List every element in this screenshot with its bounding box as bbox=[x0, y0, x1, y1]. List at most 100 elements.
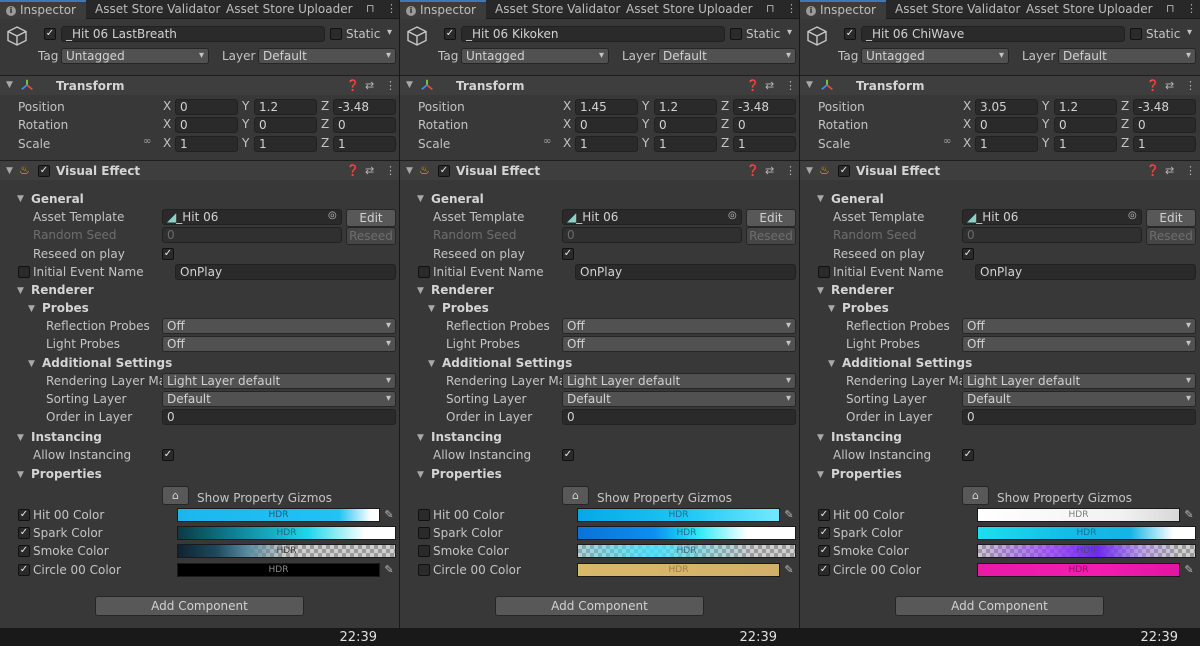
help-icon[interactable]: ❓ bbox=[1146, 164, 1160, 177]
layer-dropdown[interactable]: Default bbox=[658, 48, 796, 64]
general-foldout-icon[interactable]: ▼ bbox=[417, 194, 424, 204]
additional-settings-title[interactable]: Additional Settings bbox=[442, 355, 572, 371]
foldout-arrow-icon[interactable]: ▼ bbox=[806, 166, 813, 176]
renderer-title[interactable]: Renderer bbox=[31, 282, 94, 298]
add-component-button[interactable]: Add Component bbox=[895, 596, 1104, 616]
visual-effect-enabled-checkbox[interactable]: ✓ bbox=[38, 165, 50, 177]
tag-dropdown[interactable]: Untagged bbox=[461, 48, 609, 64]
position-y-field[interactable]: 1.2 bbox=[1054, 99, 1117, 115]
additional-settings-title[interactable]: Additional Settings bbox=[42, 355, 172, 371]
eyedropper-icon[interactable]: ✎ bbox=[382, 563, 396, 577]
rotation-y-field[interactable]: 0 bbox=[654, 117, 717, 133]
constrain-proportions-icon[interactable]: ∞ bbox=[943, 136, 951, 147]
reflection-probes-dropdown[interactable]: Off bbox=[962, 318, 1196, 334]
light-probes-dropdown[interactable]: Off bbox=[562, 336, 796, 352]
foldout-arrow-icon[interactable]: ▼ bbox=[406, 80, 413, 90]
component-menu-icon[interactable]: ⋮ bbox=[785, 164, 796, 177]
scale-x-field[interactable]: 1 bbox=[975, 136, 1038, 152]
eyedropper-icon[interactable]: ✎ bbox=[782, 563, 796, 577]
rendering-layer-mask-dropdown[interactable]: Light Layer default bbox=[562, 373, 796, 389]
object-picker-icon[interactable]: ◎ bbox=[728, 210, 737, 221]
rendering-layer-mask-dropdown[interactable]: Light Layer default bbox=[962, 373, 1196, 389]
property-hit-color-field[interactable]: HDR bbox=[177, 508, 380, 522]
property-smoke-color-field[interactable]: HDR bbox=[577, 544, 796, 558]
properties-foldout-icon[interactable]: ▼ bbox=[17, 470, 24, 480]
initial-event-field[interactable]: OnPlay bbox=[575, 264, 796, 280]
tag-dropdown[interactable]: Untagged bbox=[61, 48, 209, 64]
more-menu-icon[interactable]: ⋮ bbox=[786, 2, 797, 15]
instancing-title[interactable]: Instancing bbox=[31, 429, 102, 445]
properties-title[interactable]: Properties bbox=[431, 466, 502, 482]
sorting-layer-dropdown[interactable]: Default bbox=[162, 391, 396, 407]
gameobject-active-checkbox[interactable]: ✓ bbox=[444, 28, 456, 40]
scale-z-field[interactable]: 1 bbox=[733, 136, 796, 152]
tab-asset-store-uploader[interactable]: Asset Store Uploader bbox=[1020, 0, 1153, 19]
help-icon[interactable]: ❓ bbox=[346, 79, 360, 92]
rotation-x-field[interactable]: 0 bbox=[975, 117, 1038, 133]
properties-foldout-icon[interactable]: ▼ bbox=[817, 470, 824, 480]
visual-effect-enabled-checkbox[interactable]: ✓ bbox=[838, 165, 850, 177]
general-title[interactable]: General bbox=[31, 191, 84, 207]
presets-icon[interactable]: ⇄ bbox=[765, 79, 774, 92]
general-foldout-icon[interactable]: ▼ bbox=[817, 194, 824, 204]
lock-icon[interactable]: ⊓ bbox=[1166, 2, 1175, 15]
property-spark-checkbox[interactable]: ✓ bbox=[18, 527, 30, 539]
static-dropdown-icon[interactable]: ▾ bbox=[1187, 27, 1192, 38]
property-hit-checkbox[interactable]: ✓ bbox=[818, 509, 830, 521]
property-circle-checkbox[interactable]: ✓ bbox=[18, 564, 30, 576]
help-icon[interactable]: ❓ bbox=[746, 79, 760, 92]
static-checkbox[interactable] bbox=[330, 28, 342, 40]
reseed-on-play-checkbox[interactable]: ✓ bbox=[162, 248, 174, 260]
renderer-title[interactable]: Renderer bbox=[831, 282, 894, 298]
help-icon[interactable]: ❓ bbox=[1146, 79, 1160, 92]
presets-icon[interactable]: ⇄ bbox=[365, 79, 374, 92]
tab-inspector[interactable]: i Inspector bbox=[0, 0, 86, 19]
tab-asset-store-validator[interactable]: Asset Store Validator bbox=[89, 0, 220, 19]
rotation-z-field[interactable]: 0 bbox=[333, 117, 396, 133]
probes-title[interactable]: Probes bbox=[442, 300, 489, 316]
property-smoke-color-field[interactable]: HDR bbox=[177, 544, 396, 558]
renderer-foldout-icon[interactable]: ▼ bbox=[17, 286, 24, 296]
property-spark-checkbox[interactable] bbox=[418, 527, 430, 539]
probes-foldout-icon[interactable]: ▼ bbox=[828, 304, 835, 314]
general-title[interactable]: General bbox=[831, 191, 884, 207]
property-circle-color-field[interactable]: HDR bbox=[977, 563, 1180, 577]
component-menu-icon[interactable]: ⋮ bbox=[1185, 164, 1196, 177]
property-circle-checkbox[interactable] bbox=[418, 564, 430, 576]
property-smoke-checkbox[interactable] bbox=[418, 545, 430, 557]
gizmo-toggle-button[interactable]: ⌂ bbox=[962, 486, 989, 505]
order-in-layer-field[interactable]: 0 bbox=[962, 409, 1196, 425]
additional-settings-title[interactable]: Additional Settings bbox=[842, 355, 972, 371]
component-menu-icon[interactable]: ⋮ bbox=[785, 79, 796, 92]
position-z-field[interactable]: -3.48 bbox=[333, 99, 396, 115]
edit-button[interactable]: Edit bbox=[1146, 209, 1196, 227]
component-menu-icon[interactable]: ⋮ bbox=[385, 79, 396, 92]
help-icon[interactable]: ❓ bbox=[746, 164, 760, 177]
position-y-field[interactable]: 1.2 bbox=[254, 99, 317, 115]
scale-y-field[interactable]: 1 bbox=[654, 136, 717, 152]
tab-asset-store-uploader[interactable]: Asset Store Uploader bbox=[220, 0, 353, 19]
scale-z-field[interactable]: 1 bbox=[333, 136, 396, 152]
add-component-button[interactable]: Add Component bbox=[495, 596, 704, 616]
constrain-proportions-icon[interactable]: ∞ bbox=[543, 136, 551, 147]
eyedropper-icon[interactable]: ✎ bbox=[1182, 508, 1196, 522]
position-y-field[interactable]: 1.2 bbox=[654, 99, 717, 115]
initial-event-checkbox[interactable] bbox=[418, 266, 430, 278]
more-menu-icon[interactable]: ⋮ bbox=[1186, 2, 1197, 15]
edit-button[interactable]: Edit bbox=[346, 209, 396, 227]
tab-asset-store-validator[interactable]: Asset Store Validator bbox=[489, 0, 620, 19]
gameobject-name-field[interactable]: _Hit 06 ChiWave bbox=[861, 26, 1125, 42]
presets-icon[interactable]: ⇄ bbox=[365, 164, 374, 177]
rotation-z-field[interactable]: 0 bbox=[733, 117, 796, 133]
additional-settings-foldout-icon[interactable]: ▼ bbox=[828, 359, 835, 369]
more-menu-icon[interactable]: ⋮ bbox=[386, 2, 397, 15]
reseed-on-play-checkbox[interactable]: ✓ bbox=[962, 248, 974, 260]
reseed-on-play-checkbox[interactable]: ✓ bbox=[562, 248, 574, 260]
position-x-field[interactable]: 3.05 bbox=[975, 99, 1038, 115]
allow-instancing-checkbox[interactable]: ✓ bbox=[162, 449, 174, 461]
instancing-foldout-icon[interactable]: ▼ bbox=[417, 433, 424, 443]
rotation-y-field[interactable]: 0 bbox=[1054, 117, 1117, 133]
property-hit-checkbox[interactable]: ✓ bbox=[18, 509, 30, 521]
allow-instancing-checkbox[interactable]: ✓ bbox=[962, 449, 974, 461]
general-title[interactable]: General bbox=[431, 191, 484, 207]
